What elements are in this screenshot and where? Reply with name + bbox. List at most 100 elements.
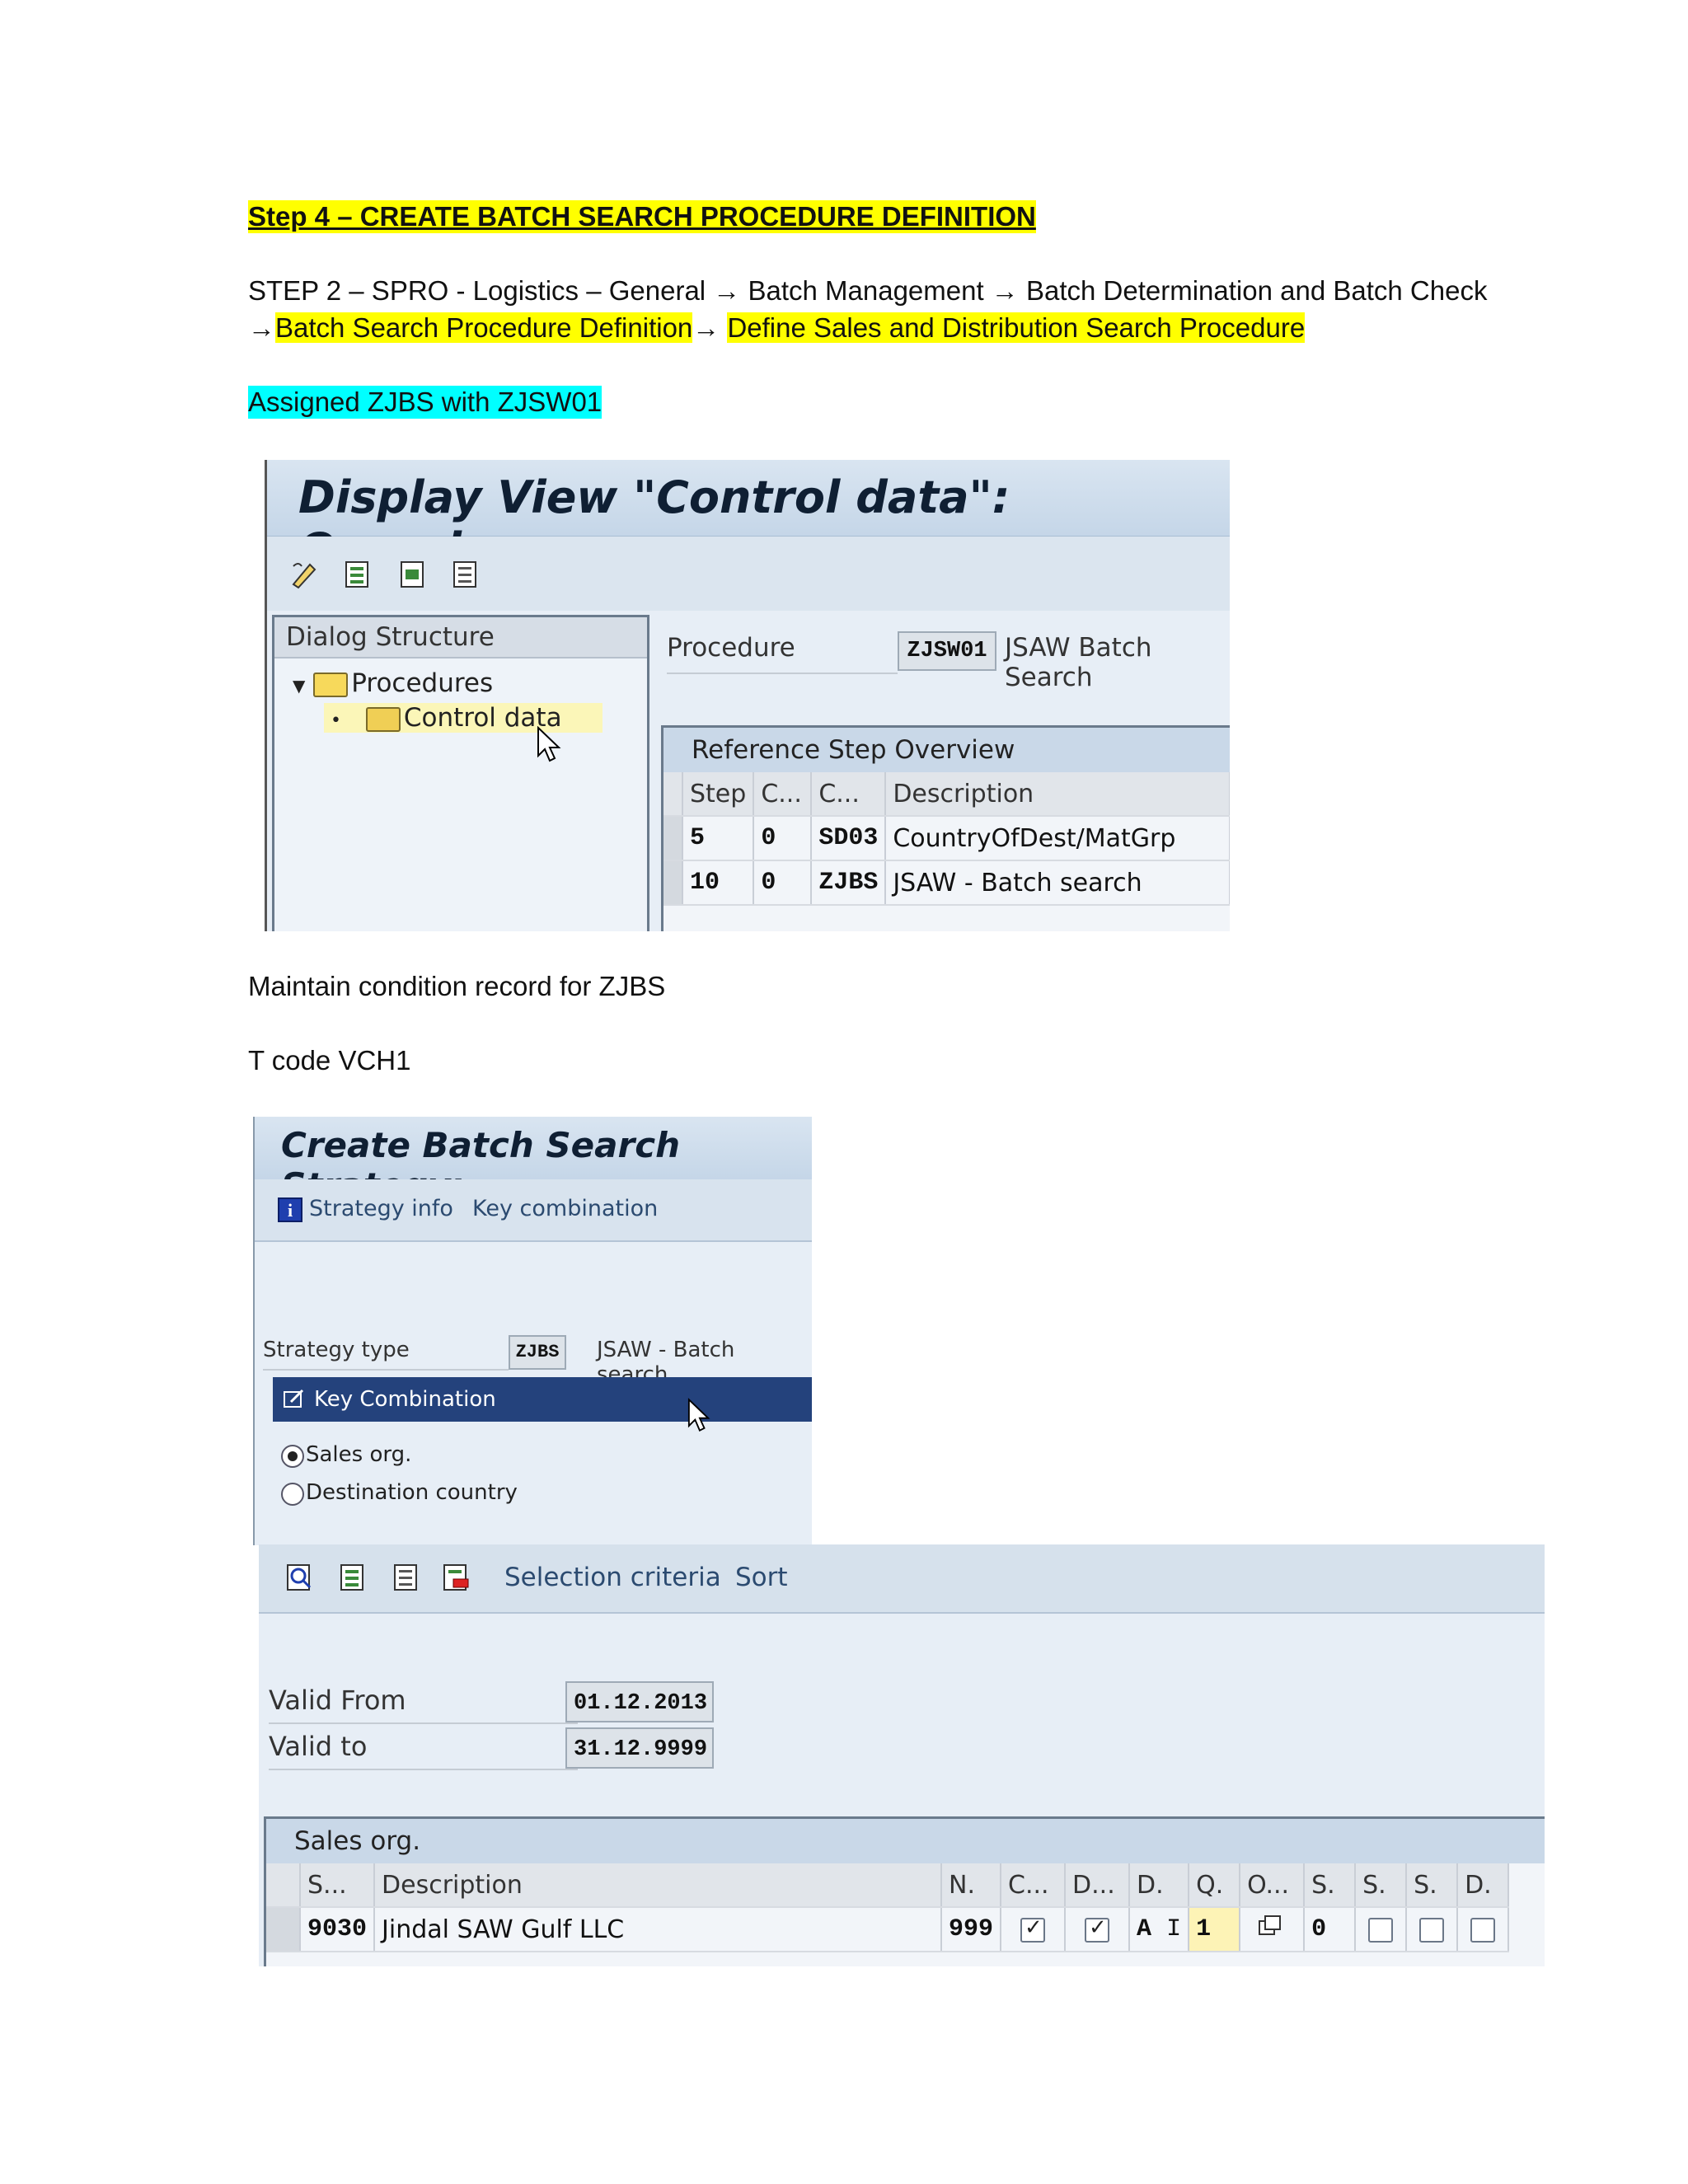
strategy-info-button[interactable]: Strategy info [309, 1196, 453, 1221]
row-selector[interactable] [663, 860, 683, 906]
cell-step: 10 [682, 860, 755, 906]
procedure-description: JSAW Batch Search [1005, 633, 1152, 692]
col-n[interactable]: N. [941, 1863, 1002, 1908]
path-highlight-1: Batch Search Procedure Definition [275, 312, 693, 343]
cell-step: 5 [682, 816, 755, 861]
select-all-cell[interactable] [266, 1863, 301, 1908]
destination-country-radio[interactable] [281, 1483, 304, 1506]
open-folder-icon [365, 706, 401, 732]
procedure-field[interactable]: ZJSW01 [898, 631, 996, 671]
key-combination-button[interactable]: Key combination [472, 1196, 658, 1221]
col-q[interactable]: Q. [1189, 1863, 1241, 1908]
expand-triangle-icon[interactable]: ▼ [293, 676, 305, 696]
cell-counter: 0 [753, 816, 813, 861]
sales-org-label: Sales org. [306, 1442, 412, 1467]
col-description[interactable]: Description [885, 772, 1230, 817]
path-highlight-2: Define Sales and Distribution Search Pro… [727, 312, 1306, 343]
doc-heading: Step 4 – CREATE BATCH SEARCH PROCEDURE D… [248, 200, 1036, 233]
col-description[interactable]: Description [374, 1863, 943, 1908]
col-condition[interactable]: C... [811, 772, 887, 817]
checkbox[interactable] [1419, 1918, 1445, 1943]
procedure-label: Procedure [667, 633, 795, 663]
table-row[interactable]: 10 0 ZJBS JSAW - Batch search [663, 860, 1230, 906]
application-toolbar: i Strategy info Key combination [255, 1179, 812, 1242]
sort-button[interactable]: Sort [735, 1563, 788, 1592]
col-d3[interactable]: D. [1457, 1863, 1510, 1908]
cell-c[interactable] [1001, 1907, 1067, 1952]
row-selector[interactable] [663, 816, 683, 861]
col-counter[interactable]: C... [753, 772, 813, 817]
cell-condition: SD03 [811, 816, 887, 861]
application-toolbar: Selection criteria Sort [259, 1544, 1545, 1614]
cell-d2[interactable]: A I [1129, 1907, 1190, 1952]
text-cursor-icon: I [1166, 1915, 1182, 1943]
destination-country-label: Destination country [306, 1480, 518, 1505]
cell-s: 9030 [300, 1907, 376, 1952]
cell-counter: 0 [753, 860, 813, 906]
cell-o[interactable] [1240, 1907, 1306, 1952]
checkbox[interactable] [1368, 1918, 1394, 1943]
col-s1[interactable]: S. [1304, 1863, 1357, 1908]
sales-org-radio[interactable] [281, 1445, 304, 1468]
table-header: Step C... C... Description [663, 772, 1230, 817]
selection-criteria-button[interactable]: Selection criteria [504, 1563, 721, 1592]
table-row[interactable]: 9030 Jindal SAW Gulf LLC 999 A I 1 0 [266, 1907, 1510, 1952]
cell-value: A [1137, 1915, 1152, 1943]
key-combination-title: Key Combination [314, 1387, 496, 1412]
table-header: S... Description N. C... D... D. Q. O...… [266, 1863, 1510, 1908]
col-s[interactable]: S... [300, 1863, 376, 1908]
cell-description: JSAW - Batch search [885, 860, 1230, 906]
copy-icon[interactable] [1258, 1914, 1286, 1938]
folder-icon [313, 672, 349, 697]
row-selector[interactable] [266, 1907, 301, 1952]
maintain-note: Maintain condition record for ZJBS [248, 971, 666, 1001]
strategy-type-field[interactable]: ZJBS [509, 1335, 566, 1370]
condition-record-screenshot: Selection criteria Sort Valid From 01.12… [259, 1544, 1545, 1966]
valid-from-field[interactable]: 01.12.2013 [565, 1681, 714, 1722]
select-all-cell[interactable] [663, 772, 683, 817]
checkbox[interactable] [1470, 1918, 1496, 1943]
cell-q[interactable]: 1 [1189, 1907, 1241, 1952]
col-step[interactable]: Step [682, 772, 755, 817]
path-line-2: →Batch Search Procedure Definition→ Defi… [248, 312, 1306, 344]
checkbox[interactable] [1085, 1915, 1110, 1943]
change-display-icon[interactable] [290, 560, 318, 589]
cell-description: CountryOfDest/MatGrp [885, 816, 1230, 861]
table-row[interactable]: 5 0 SD03 CountryOfDest/MatGrp [663, 816, 1230, 861]
col-o[interactable]: O... [1240, 1863, 1306, 1908]
tcode-note: T code VCH1 [248, 1045, 411, 1076]
info-icon[interactable]: i [278, 1197, 302, 1222]
path-line-1: STEP 2 – SPRO - Logistics – General → Ba… [248, 275, 1488, 306]
cell-d3[interactable] [1457, 1907, 1510, 1952]
col-d2[interactable]: D. [1129, 1863, 1190, 1908]
cell-s3[interactable] [1406, 1907, 1459, 1952]
key-combination-header[interactable]: Key Combination [273, 1377, 812, 1422]
col-c[interactable]: C... [1001, 1863, 1067, 1908]
tree-item-procedures[interactable]: ▼ Procedures [293, 668, 493, 698]
col-s2[interactable]: S. [1355, 1863, 1408, 1908]
col-d[interactable]: D... [1065, 1863, 1131, 1908]
toolbar [267, 537, 1230, 611]
delete-line-icon[interactable] [442, 1563, 470, 1592]
bullet: • [331, 710, 341, 731]
deselect-all-icon[interactable] [392, 1563, 420, 1592]
arrow: → [248, 312, 275, 343]
cell-s1: 0 [1304, 1907, 1357, 1952]
divider [667, 673, 898, 674]
divider [269, 1722, 578, 1724]
cell-d[interactable] [1065, 1907, 1131, 1952]
cell-s2[interactable] [1355, 1907, 1408, 1952]
deselect-all-icon[interactable] [452, 560, 480, 589]
dialog-structure-header: Dialog Structure [274, 617, 647, 658]
select-all-icon[interactable] [339, 1563, 367, 1592]
select-block-icon[interactable] [399, 560, 427, 589]
choose-icon[interactable] [285, 1563, 313, 1592]
reference-step-overview: Reference Step Overview Step C... C... D… [661, 725, 1230, 931]
valid-from-label: Valid From [269, 1685, 406, 1716]
valid-to-field[interactable]: 31.12.9999 [565, 1727, 714, 1769]
checkbox[interactable] [1020, 1915, 1046, 1943]
col-s3[interactable]: S. [1406, 1863, 1459, 1908]
select-all-icon[interactable] [344, 560, 372, 589]
cell-condition: ZJBS [811, 860, 887, 906]
cell-n: 999 [941, 1907, 1002, 1952]
